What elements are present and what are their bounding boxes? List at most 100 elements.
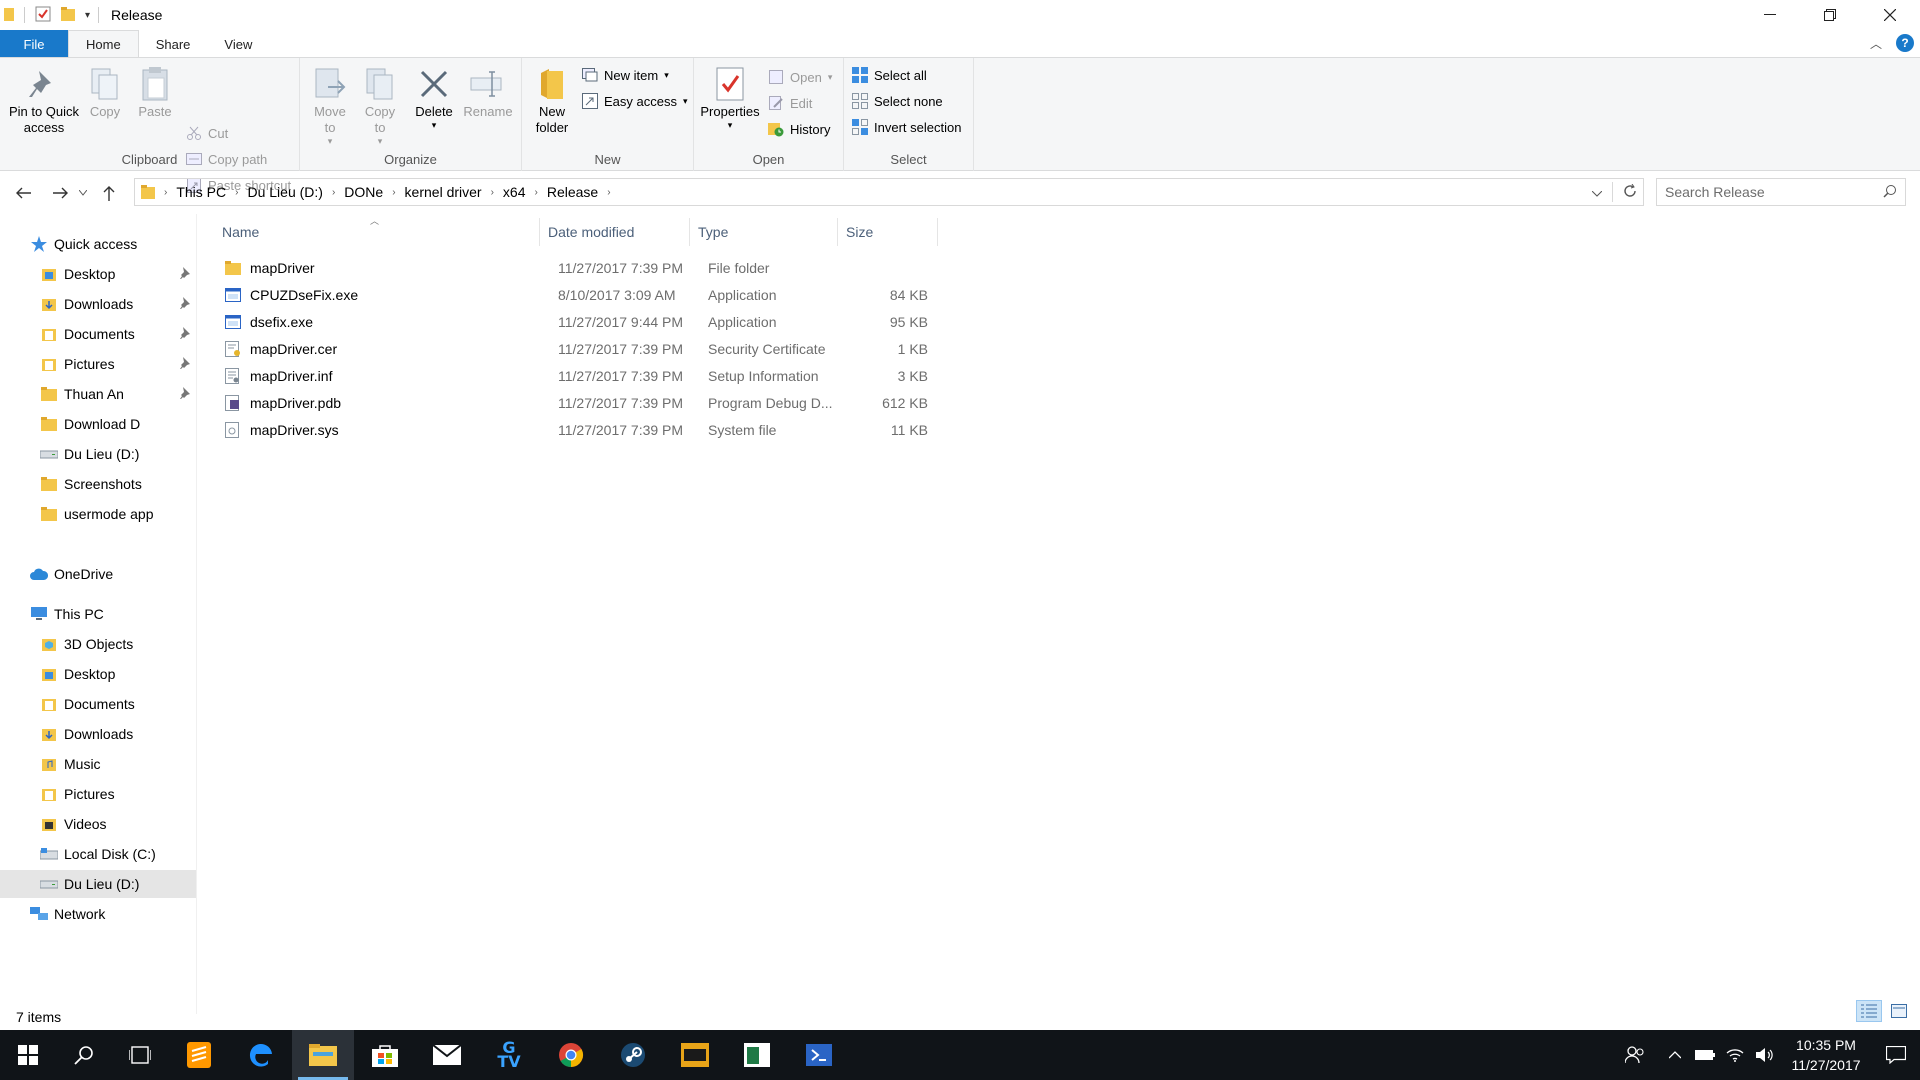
people-icon[interactable] — [1620, 1046, 1650, 1064]
nav-quick-item[interactable]: Desktop — [0, 260, 196, 288]
up-button[interactable] — [94, 178, 124, 208]
nav-this-pc-item[interactable]: Videos — [0, 810, 196, 838]
nav-quick-item[interactable]: Du Lieu (D:) — [0, 440, 196, 468]
properties-icon[interactable] — [35, 6, 51, 25]
pubg-icon[interactable] — [664, 1030, 726, 1080]
nav-network[interactable]: Network — [0, 900, 196, 928]
tab-file[interactable]: File — [0, 30, 68, 58]
breadcrumb-item[interactable]: › x64 — [482, 184, 526, 200]
store-icon[interactable] — [354, 1030, 416, 1080]
close-button[interactable] — [1860, 0, 1920, 30]
nav-quick-item[interactable]: Pictures — [0, 350, 196, 378]
breadcrumb-item[interactable]: › This PC — [155, 184, 226, 200]
breadcrumb-item[interactable]: › kernel driver — [383, 184, 481, 200]
chrome-icon[interactable] — [540, 1030, 602, 1080]
nav-this-pc[interactable]: This PC — [0, 600, 196, 628]
nav-this-pc-item[interactable]: Desktop — [0, 660, 196, 688]
select-none-button[interactable]: Select none — [852, 90, 943, 112]
file-explorer-icon[interactable] — [292, 1030, 354, 1080]
copy-button[interactable]: Copy — [82, 66, 128, 120]
invert-selection-button[interactable]: Invert selection — [852, 116, 961, 138]
volume-icon[interactable] — [1750, 1048, 1780, 1062]
move-to-button[interactable]: Move to ▾ — [308, 66, 352, 146]
pane-splitter[interactable] — [196, 214, 197, 1014]
recent-locations-button[interactable] — [76, 178, 90, 208]
tab-view[interactable]: View — [207, 30, 269, 58]
steam-icon[interactable] — [602, 1030, 664, 1080]
nav-onedrive[interactable]: OneDrive — [0, 560, 196, 588]
chevron-right-icon[interactable]: › — [526, 187, 547, 198]
file-row[interactable]: CPUZDseFix.exe 8/10/2017 3:09 AM Applicati… — [216, 281, 940, 308]
sublime-text-icon[interactable] — [168, 1030, 230, 1080]
chevron-right-icon[interactable]: › — [323, 187, 344, 198]
powershell-icon[interactable] — [788, 1030, 850, 1080]
nav-this-pc-item[interactable]: Music — [0, 750, 196, 778]
chevron-right-icon[interactable]: › — [598, 187, 619, 198]
back-button[interactable] — [8, 178, 38, 208]
nav-this-pc-item[interactable]: Du Lieu (D:) — [0, 870, 196, 898]
refresh-icon[interactable] — [1623, 183, 1637, 201]
breadcrumb-item[interactable]: › DONe — [323, 184, 383, 200]
search-icon[interactable] — [56, 1030, 112, 1080]
nav-this-pc-item[interactable]: Documents — [0, 690, 196, 718]
select-all-button[interactable]: Select all — [852, 64, 927, 86]
delete-button[interactable]: Delete ▾ — [412, 66, 456, 130]
chevron-right-icon[interactable]: › — [226, 187, 247, 198]
chevron-right-icon[interactable]: › — [155, 187, 176, 198]
chevron-right-icon[interactable]: › — [482, 187, 503, 198]
pin-to-quick-access-button[interactable]: Pin to Quick access — [6, 66, 82, 136]
nav-this-pc-item[interactable]: Local Disk (C:) — [0, 840, 196, 868]
task-view-icon[interactable] — [112, 1030, 168, 1080]
minimize-button[interactable] — [1740, 0, 1800, 30]
mail-icon[interactable] — [416, 1030, 478, 1080]
breadcrumb-trailing-chevron[interactable]: › — [598, 187, 619, 198]
nav-quick-item[interactable]: Thuan An — [0, 380, 196, 408]
file-row[interactable]: dsefix.exe 11/27/2017 9:44 PM Application 9… — [216, 308, 940, 335]
tab-home[interactable]: Home — [68, 30, 139, 58]
forward-button[interactable] — [46, 178, 76, 208]
breadcrumb-item[interactable]: › Du Lieu (D:) — [226, 184, 323, 200]
gotv-icon[interactable]: G TV — [478, 1030, 540, 1080]
file-row[interactable]: mapDriver.sys 11/27/2017 7:39 PM System fi… — [216, 416, 940, 443]
collapse-ribbon-icon[interactable]: ︿ — [1870, 35, 1882, 52]
details-view-button[interactable] — [1856, 1000, 1882, 1022]
search-input[interactable]: Search Release — [1665, 184, 1765, 200]
file-row[interactable]: mapDriver.cer 11/27/2017 7:39 PM Security … — [216, 335, 940, 362]
file-row[interactable]: mapDriver.pdb 11/27/2017 7:39 PM Program D… — [216, 389, 940, 416]
copy-to-button[interactable]: Copy to ▾ — [358, 66, 402, 146]
cut-button[interactable]: Cut — [186, 122, 228, 144]
breadcrumb-item[interactable]: › Release — [526, 184, 599, 200]
file-row[interactable]: mapDriver.inf 11/27/2017 7:39 PM Setup Inf… — [216, 362, 940, 389]
nav-quick-item[interactable]: Download D — [0, 410, 196, 438]
nav-this-pc-item[interactable]: 3D Objects — [0, 630, 196, 658]
tab-share[interactable]: Share — [139, 30, 208, 58]
nav-quick-access[interactable]: Quick access — [0, 230, 196, 258]
column-header-name[interactable]: Name — [216, 218, 540, 246]
battery-icon[interactable] — [1690, 1050, 1720, 1060]
action-center-icon[interactable] — [1872, 1046, 1920, 1064]
column-header-type[interactable]: Type — [690, 218, 838, 246]
start-button[interactable] — [0, 1030, 56, 1080]
new-folder-icon[interactable] — [61, 6, 75, 25]
column-header-date-modified[interactable]: Date modified — [540, 218, 690, 246]
show-hidden-icons-icon[interactable] — [1660, 1051, 1690, 1059]
restore-button[interactable] — [1800, 0, 1860, 30]
customize-dropdown-icon[interactable]: ▾ — [85, 10, 90, 21]
new-folder-button[interactable]: New folder — [530, 66, 574, 136]
nav-quick-item[interactable]: Screenshots — [0, 470, 196, 498]
column-header-size[interactable]: Size — [838, 218, 938, 246]
properties-button[interactable]: Properties ▾ — [698, 66, 762, 130]
nav-quick-item[interactable]: usermode app — [0, 500, 196, 528]
open-button[interactable]: Open ▾ — [768, 66, 832, 88]
nav-quick-item[interactable]: Downloads — [0, 290, 196, 318]
nav-this-pc-item[interactable]: Downloads — [0, 720, 196, 748]
address-bar[interactable]: › This PC › Du Lieu (D:) › DONe › kernel driver… — [134, 178, 1644, 206]
clock[interactable]: 10:35 PM 11/27/2017 — [1780, 1035, 1872, 1075]
file-row[interactable]: mapDriver 11/27/2017 7:39 PM File folder — [216, 254, 940, 281]
search-box[interactable]: Search Release — [1656, 178, 1906, 206]
history-button[interactable]: History — [768, 118, 830, 140]
new-item-button[interactable]: New item ▾ — [582, 64, 669, 86]
rename-button[interactable]: Rename — [462, 66, 514, 120]
chevron-right-icon[interactable]: › — [383, 187, 404, 198]
help-icon[interactable]: ? — [1896, 34, 1914, 52]
